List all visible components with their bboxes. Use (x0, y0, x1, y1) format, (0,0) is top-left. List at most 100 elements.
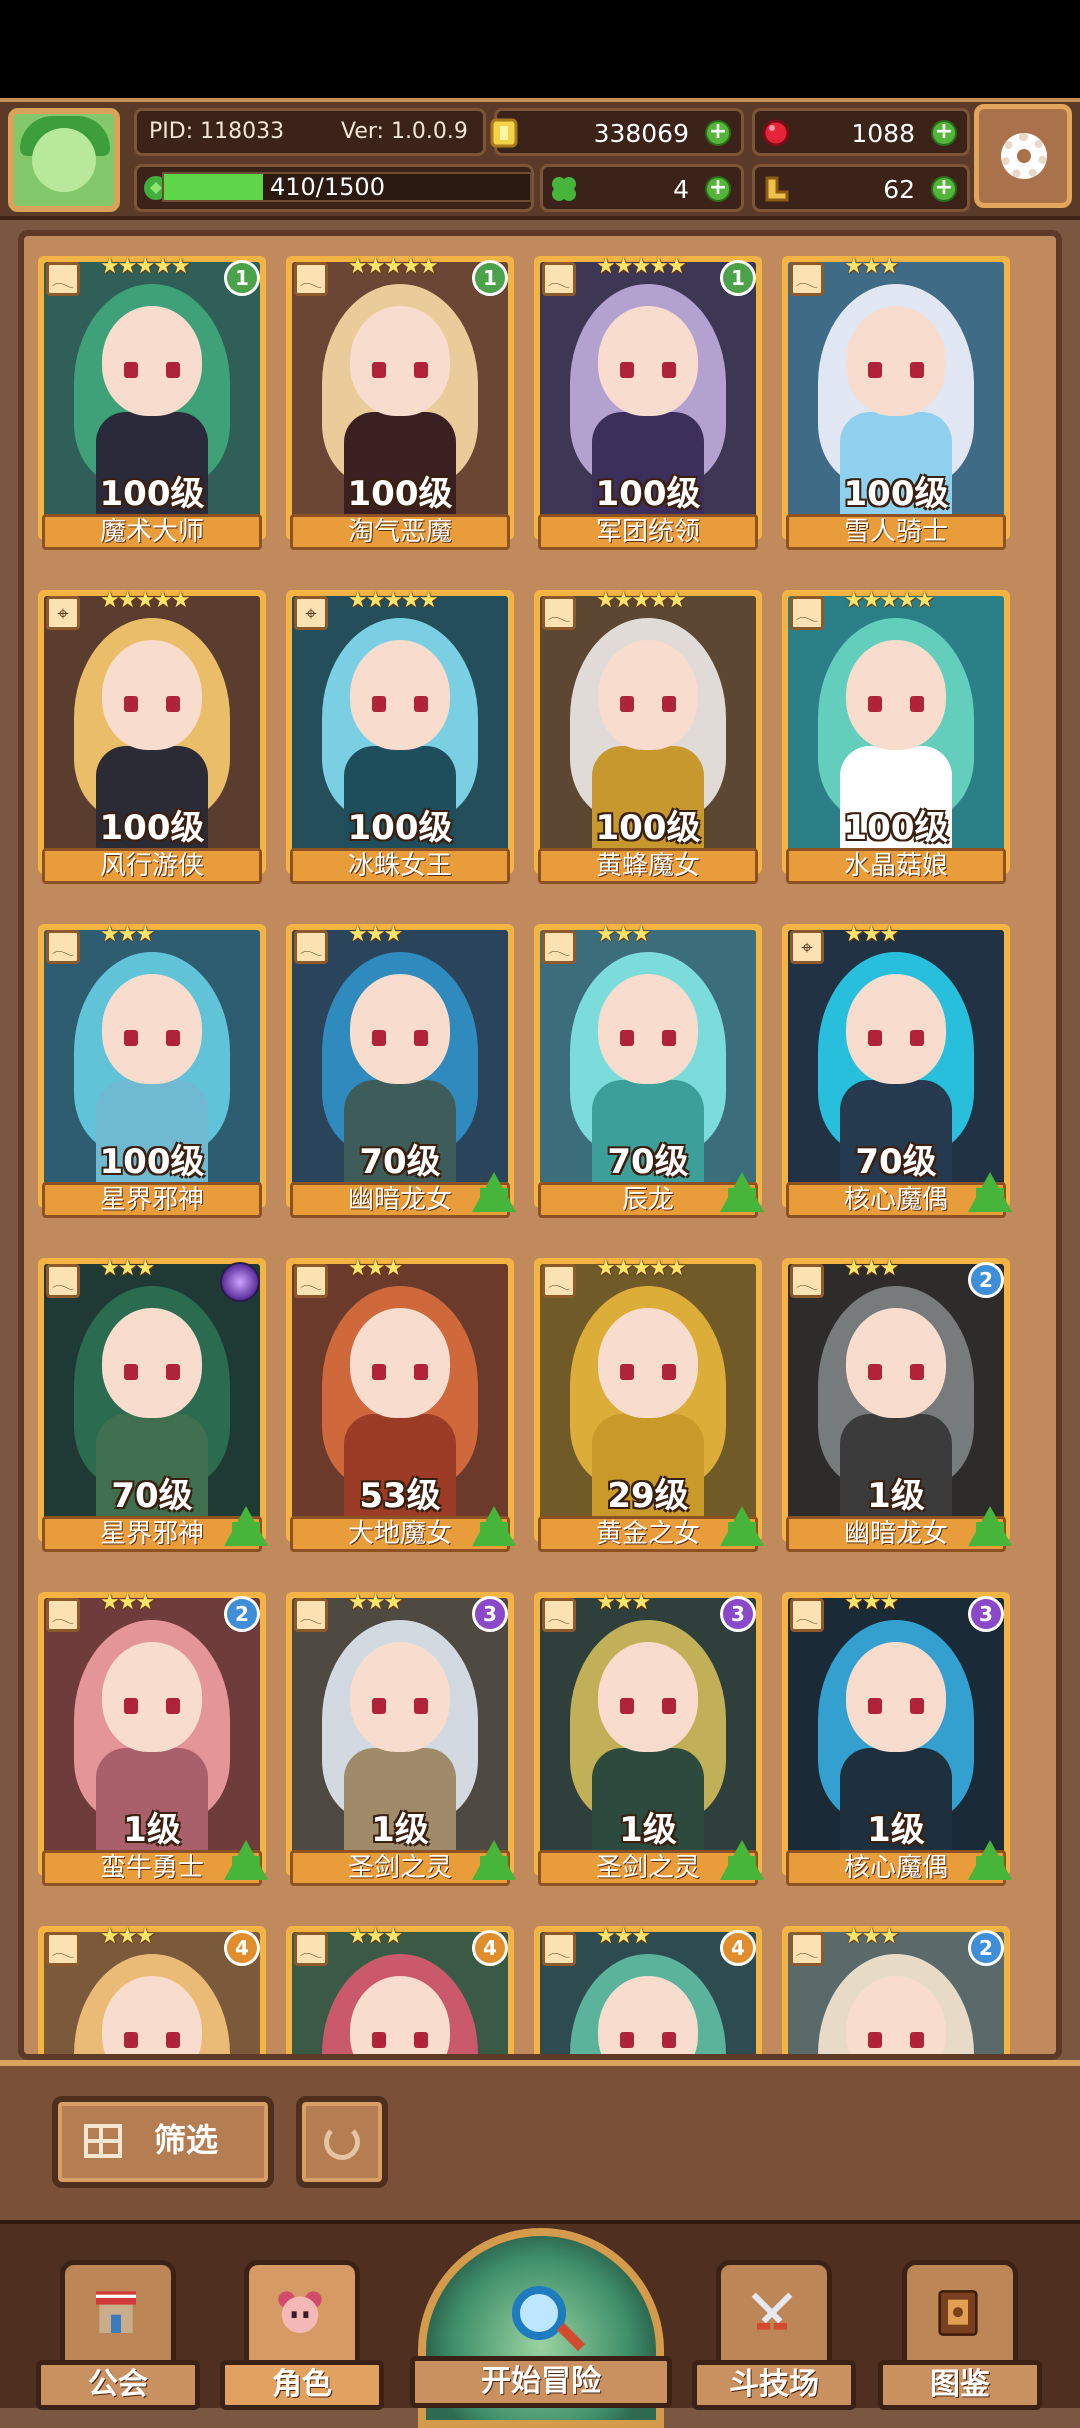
character-card[interactable]: 𓂃 ★★★ 3 1级 核心魔偶 (782, 1590, 1012, 1892)
class-type-icon: 𓂃 (542, 1598, 576, 1632)
portrait-eye (166, 2032, 180, 2048)
character-level: 100级 (595, 808, 701, 848)
filter-button[interactable]: 筛选 (52, 2096, 274, 2188)
star-rating: ★★★★★ (596, 254, 687, 279)
upgrade-arrow-icon (224, 1506, 268, 1546)
character-card[interactable]: 𓂃 ★★★ 4 (38, 1924, 266, 2054)
reset-filter-button[interactable] (296, 2096, 388, 2188)
upgrade-arrow-icon (968, 1172, 1012, 1212)
character-level: 100级 (595, 474, 701, 514)
character-card[interactable]: 𓂃 ★★★★★ 1 100级 军团统领 (534, 254, 762, 556)
character-card[interactable]: 𓂃 ★★★★★ 100级 黄蜂魔女 (534, 588, 762, 890)
portrait-face (350, 974, 450, 1084)
class-type-icon: 𓂃 (46, 930, 80, 964)
class-type-icon: 𓂃 (790, 1932, 824, 1966)
character-card[interactable]: 𓂃 ★★★ 2 1级 幽暗龙女 (782, 1256, 1012, 1558)
portrait-eye (868, 362, 882, 378)
character-level: 100级 (99, 474, 205, 514)
class-type-icon: 𓂃 (542, 262, 576, 296)
nav-guild-icon-box (60, 2260, 176, 2368)
portrait-eye (372, 1030, 386, 1046)
character-card[interactable]: 𓂃 ★★★ 2 (782, 1924, 1010, 2054)
portrait-eye (124, 362, 138, 378)
star-rating: ★★★★★ (596, 588, 687, 613)
add-clover-button[interactable]: + (705, 176, 731, 202)
portrait-face (846, 1308, 946, 1418)
nav-arena-icon-box (716, 2260, 832, 2368)
portrait-eye (620, 2032, 634, 2048)
tier-badge: 2 (224, 1596, 260, 1632)
character-card[interactable]: 𓂃 ★★★ 100级 雪人骑士 (782, 254, 1010, 556)
star-rating: ★★★★★ (100, 588, 191, 613)
portrait-face (102, 1308, 202, 1418)
upgrade-arrow-icon (472, 1506, 516, 1546)
character-card[interactable]: ⌖ ★★★ 70级 核心魔偶 (782, 922, 1012, 1224)
class-type-icon: 𓂃 (46, 262, 80, 296)
character-name: 黄蜂魔女 (538, 848, 758, 884)
portrait-eye (662, 2032, 676, 2048)
character-card[interactable]: 𓂃 ★★★★★ 1 100级 淘气恶魔 (286, 254, 514, 556)
class-type-icon: ⌖ (46, 596, 80, 630)
portrait-eye (868, 1030, 882, 1046)
portrait-eye (124, 696, 138, 712)
portrait-eye (124, 1698, 138, 1714)
character-card[interactable]: 𓂃 ★★★ 70级 辰龙 (534, 922, 764, 1224)
class-type-icon: 𓂃 (542, 1932, 576, 1966)
star-rating: ★★★ (348, 922, 403, 947)
character-card[interactable]: 𓂃 ★★★★★ 1 100级 魔术大师 (38, 254, 266, 556)
boot-icon (761, 174, 791, 204)
nav-guild[interactable]: 公会 (36, 2260, 200, 2410)
character-card[interactable]: 𓂃 ★★★ 4 (534, 1924, 762, 2054)
character-card[interactable]: 𓂃 ★★★ 3 1级 圣剑之灵 (286, 1590, 516, 1892)
add-boots-button[interactable]: + (931, 176, 957, 202)
add-gold-button[interactable]: + (705, 120, 731, 146)
portrait-eye (662, 1698, 676, 1714)
character-card[interactable]: 𓂃 ★★★ 70级 幽暗龙女 (286, 922, 516, 1224)
character-level: 100级 (347, 474, 453, 514)
star-rating: ★★★ (844, 922, 899, 947)
character-name: 雪人骑士 (786, 514, 1006, 550)
character-card[interactable]: 𓂃 ★★★ 100级 星界邪神 (38, 922, 266, 1224)
gear-icon-center (1017, 149, 1031, 163)
character-card[interactable]: 𓂃 ★★★ 53级 大地魔女 (286, 1256, 516, 1558)
class-type-icon: 𓂃 (542, 930, 576, 964)
character-card[interactable]: ⌖ ★★★★★ 100级 风行游侠 (38, 588, 266, 890)
player-avatar[interactable] (8, 108, 120, 212)
character-card[interactable]: 𓂃 ★★★ 2 1级 蛮牛勇士 (38, 1590, 268, 1892)
portrait-face (846, 640, 946, 750)
class-type-icon: 𓂃 (294, 1598, 328, 1632)
nav-characters[interactable]: 角色 (220, 2260, 384, 2410)
class-type-icon: 𓂃 (46, 1932, 80, 1966)
portrait-eye (414, 1698, 428, 1714)
aura-orb-icon (220, 1262, 260, 1302)
portrait-eye (620, 1364, 634, 1380)
class-type-icon: 𓂃 (46, 1264, 80, 1298)
character-name: 淘气恶魔 (290, 514, 510, 550)
class-type-icon: 𓂃 (542, 1264, 576, 1298)
character-name: 星界邪神 (42, 1182, 262, 1218)
character-card[interactable]: 𓂃 ★★★ 4 (286, 1924, 514, 2054)
nav-arena[interactable]: 斗技场 (692, 2260, 856, 2410)
nav-arena-label: 斗技场 (692, 2360, 856, 2410)
character-card[interactable]: ⌖ ★★★★★ 100级 冰蛛女王 (286, 588, 514, 890)
portrait-eye (166, 696, 180, 712)
guild-hall-icon (96, 2291, 136, 2333)
nav-start-adventure[interactable]: 开始冒险 (410, 2228, 672, 2428)
character-name: 水晶菇娘 (786, 848, 1006, 884)
star-rating: ★★★ (100, 1924, 155, 1949)
character-level: 100级 (99, 808, 205, 848)
star-rating: ★★★ (596, 922, 651, 947)
portrait-eye (372, 1364, 386, 1380)
nav-codex[interactable]: 图鉴 (878, 2260, 1042, 2410)
settings-button[interactable] (974, 104, 1072, 208)
character-card[interactable]: 𓂃 ★★★★★ 29级 黄金之女 (534, 1256, 764, 1558)
status-bar (0, 0, 1080, 98)
character-card[interactable]: 𓂃 ★★★ 3 1级 圣剑之灵 (534, 1590, 764, 1892)
tier-badge: 2 (968, 1930, 1004, 1966)
class-type-icon: 𓂃 (294, 1264, 328, 1298)
class-type-icon: 𓂃 (790, 1598, 824, 1632)
portrait-eye (910, 1364, 924, 1380)
character-card[interactable]: 𓂃 ★★★★★ 100级 水晶菇娘 (782, 588, 1010, 890)
add-gem-button[interactable]: + (931, 120, 957, 146)
character-card[interactable]: 𓂃 ★★★ 70级 星界邪神 (38, 1256, 268, 1558)
